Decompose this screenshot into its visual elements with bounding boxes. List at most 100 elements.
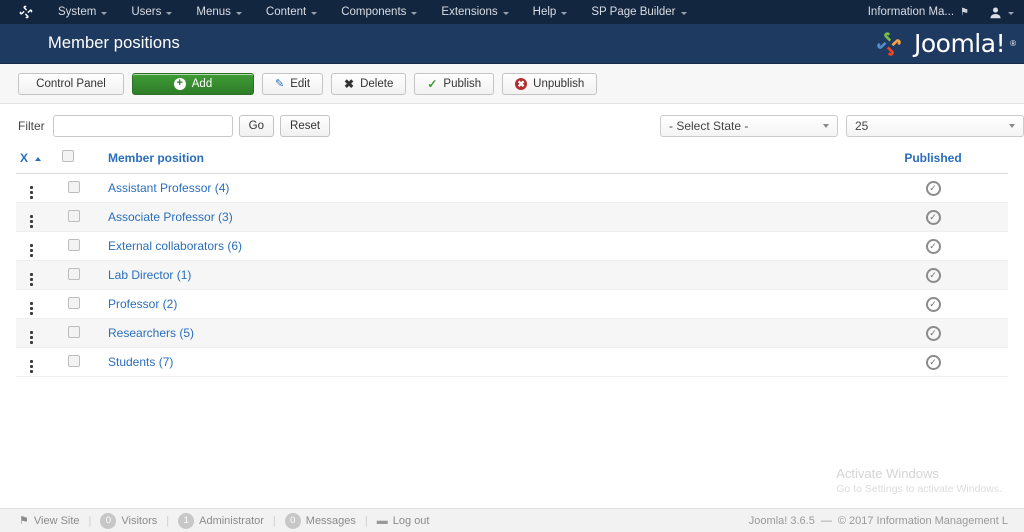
filter-reset-label: Reset xyxy=(290,120,321,132)
member-position-link[interactable]: Lab Director (1) xyxy=(108,268,191,282)
menu-item-sp-page-builder[interactable]: SP Page Builder xyxy=(579,0,698,24)
column-header-published[interactable]: Published xyxy=(858,144,1008,174)
published-status-icon[interactable]: ✓ xyxy=(925,355,941,370)
view-site-link[interactable]: ⚑ View Site xyxy=(10,514,89,528)
state-select[interactable]: - Select State - xyxy=(660,115,838,137)
user-menu-button[interactable] xyxy=(979,0,1024,24)
edit-button[interactable]: ✎ Edit xyxy=(262,72,324,95)
row-published-cell: ✓ xyxy=(858,347,1008,377)
member-position-link[interactable]: External collaborators (6) xyxy=(108,239,242,253)
page-title-bar: Member positions Joomla! ® xyxy=(0,24,1024,64)
member-positions-table-wrapper: X Member position Published Assistant Pr… xyxy=(0,144,1024,377)
ordering-label: X xyxy=(20,150,29,165)
joomla-brand-logo: Joomla! ® xyxy=(869,29,1016,59)
menu-item-menus[interactable]: Menus xyxy=(184,0,254,24)
row-drag-cell xyxy=(16,347,62,377)
menu-item-extensions-label: Extensions xyxy=(441,6,498,18)
row-checkbox[interactable] xyxy=(68,325,80,338)
member-position-link[interactable]: Students (7) xyxy=(108,355,173,369)
visitors-status[interactable]: 0 Visitors xyxy=(91,512,166,529)
row-name-cell: Associate Professor (3) xyxy=(108,202,858,232)
edit-label: Edit xyxy=(290,77,311,90)
menu-item-content[interactable]: Content xyxy=(254,0,329,24)
menu-item-extensions[interactable]: Extensions xyxy=(429,0,520,24)
drag-handle-icon[interactable] xyxy=(30,243,33,257)
menu-item-users[interactable]: Users xyxy=(119,0,184,24)
table-row: Students (7) ✓ xyxy=(16,347,1008,377)
column-header-name[interactable]: Member position xyxy=(108,144,858,174)
admin-top-menu-bar: System Users Menus Content Components Ex… xyxy=(0,0,1024,24)
table-header-row: X Member position Published xyxy=(16,144,1008,174)
row-checkbox[interactable] xyxy=(68,296,80,309)
select-all-checkbox[interactable] xyxy=(62,150,74,162)
member-position-link[interactable]: Professor (2) xyxy=(108,297,177,311)
published-status-icon[interactable]: ✓ xyxy=(925,210,941,225)
row-checkbox[interactable] xyxy=(68,354,80,367)
list-limit-value: 25 xyxy=(855,119,869,133)
column-header-ordering[interactable]: X xyxy=(16,144,62,174)
published-status-icon[interactable]: ✓ xyxy=(925,297,941,312)
filter-go-button[interactable]: Go xyxy=(238,115,275,137)
member-position-link[interactable]: Researchers (5) xyxy=(108,326,194,340)
published-status-icon[interactable]: ✓ xyxy=(925,326,941,341)
unpublish-label: Unpublish xyxy=(533,77,585,90)
chevron-down-icon xyxy=(502,11,509,15)
list-limit-select[interactable]: 25 xyxy=(846,115,1024,137)
drag-handle-icon[interactable] xyxy=(30,185,33,199)
control-panel-button[interactable]: Control Panel xyxy=(18,72,124,95)
admin-menu: System Users Menus Content Components Ex… xyxy=(46,0,699,24)
filter-go-label: Go xyxy=(248,120,265,132)
menu-item-menus-label: Menus xyxy=(196,6,231,18)
row-checkbox-cell xyxy=(62,318,108,348)
published-status-icon[interactable]: ✓ xyxy=(925,181,941,196)
menu-item-components[interactable]: Components xyxy=(329,0,429,24)
menu-item-system[interactable]: System xyxy=(46,0,119,24)
menu-item-content-label: Content xyxy=(265,6,307,18)
row-checkbox-cell xyxy=(62,202,108,232)
row-checkbox[interactable] xyxy=(68,180,80,193)
menu-item-components-label: Components xyxy=(341,6,407,18)
chevron-down-icon xyxy=(411,11,418,15)
chevron-down-icon xyxy=(1009,124,1015,128)
menu-item-help[interactable]: Help xyxy=(521,0,580,24)
action-toolbar: Control Panel + Add ✎ Edit ✖ Delete ✓ Pu… xyxy=(0,64,1024,104)
row-checkbox[interactable] xyxy=(68,209,80,222)
published-status-icon[interactable]: ✓ xyxy=(925,268,941,283)
logout-link[interactable]: ▬ Log out xyxy=(368,515,439,527)
add-button[interactable]: + Add xyxy=(132,72,254,95)
search-input[interactable] xyxy=(52,115,233,137)
drag-handle-icon[interactable] xyxy=(30,359,33,373)
drag-handle-icon[interactable] xyxy=(30,272,33,286)
published-status-icon[interactable]: ✓ xyxy=(925,239,941,254)
site-name-link[interactable]: Information Ma... ⚑ xyxy=(858,0,979,24)
drag-handle-icon[interactable] xyxy=(30,330,33,344)
joomla-mark-icon[interactable] xyxy=(18,4,34,20)
row-published-cell: ✓ xyxy=(858,202,1008,232)
drag-handle-icon[interactable] xyxy=(30,301,33,315)
row-name-cell: External collaborators (6) xyxy=(108,231,858,261)
admin-top-right: Information Ma... ⚑ xyxy=(858,0,1024,24)
published-column-label: Published xyxy=(904,150,962,165)
external-link-icon: ⚑ xyxy=(960,6,969,18)
chevron-down-icon xyxy=(823,124,829,128)
member-position-link[interactable]: Assistant Professor (4) xyxy=(108,181,229,195)
external-link-icon: ⚑ xyxy=(19,515,29,527)
row-checkbox[interactable] xyxy=(68,238,80,251)
table-body: Assistant Professor (4) ✓ Associate Profes… xyxy=(16,173,1008,377)
drag-handle-icon[interactable] xyxy=(30,214,33,228)
row-checkbox[interactable] xyxy=(68,267,80,280)
messages-status[interactable]: 0 Messages xyxy=(276,512,365,529)
row-checkbox-cell xyxy=(62,231,108,261)
member-position-link[interactable]: Associate Professor (3) xyxy=(108,210,233,224)
publish-button[interactable]: ✓ Publish xyxy=(414,72,495,95)
chevron-down-icon xyxy=(101,11,108,15)
row-published-cell: ✓ xyxy=(858,173,1008,203)
row-published-cell: ✓ xyxy=(858,318,1008,348)
filter-reset-button[interactable]: Reset xyxy=(280,115,331,137)
delete-button[interactable]: ✖ Delete xyxy=(331,72,407,95)
administrator-status[interactable]: 1 Administrator xyxy=(169,512,273,529)
unpublish-button[interactable]: ✖ Unpublish xyxy=(502,72,598,95)
row-drag-cell xyxy=(16,318,62,348)
column-header-checkbox xyxy=(62,144,108,174)
row-drag-cell xyxy=(16,231,62,261)
